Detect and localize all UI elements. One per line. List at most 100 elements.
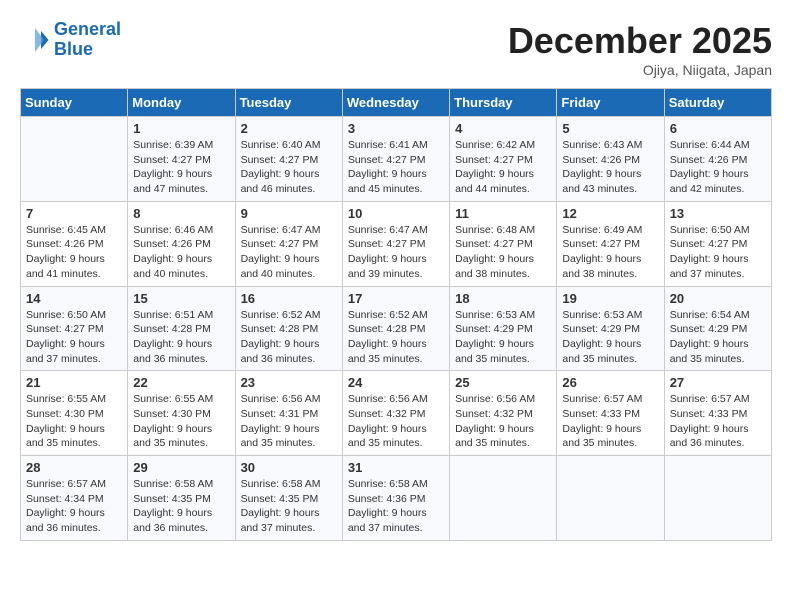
table-row: 28 Sunrise: 6:57 AMSunset: 4:34 PMDaylig…: [21, 456, 128, 541]
table-row: 15 Sunrise: 6:51 AMSunset: 4:28 PMDaylig…: [128, 286, 235, 371]
table-row: 19 Sunrise: 6:53 AMSunset: 4:29 PMDaylig…: [557, 286, 664, 371]
table-row: 20 Sunrise: 6:54 AMSunset: 4:29 PMDaylig…: [664, 286, 771, 371]
cell-info: Sunrise: 6:58 AMSunset: 4:35 PMDaylight:…: [133, 478, 213, 534]
table-row: [21, 117, 128, 202]
day-number: 19: [562, 291, 658, 306]
table-row: 4 Sunrise: 6:42 AMSunset: 4:27 PMDayligh…: [450, 117, 557, 202]
day-number: 16: [241, 291, 337, 306]
table-row: 1 Sunrise: 6:39 AMSunset: 4:27 PMDayligh…: [128, 117, 235, 202]
cell-info: Sunrise: 6:50 AMSunset: 4:27 PMDaylight:…: [26, 309, 106, 365]
cell-info: Sunrise: 6:58 AMSunset: 4:35 PMDaylight:…: [241, 478, 321, 534]
day-number: 12: [562, 206, 658, 221]
col-monday: Monday: [128, 89, 235, 117]
cell-info: Sunrise: 6:56 AMSunset: 4:31 PMDaylight:…: [241, 393, 321, 449]
cell-info: Sunrise: 6:41 AMSunset: 4:27 PMDaylight:…: [348, 139, 428, 195]
cell-info: Sunrise: 6:57 AMSunset: 4:34 PMDaylight:…: [26, 478, 106, 534]
table-row: 14 Sunrise: 6:50 AMSunset: 4:27 PMDaylig…: [21, 286, 128, 371]
table-row: 29 Sunrise: 6:58 AMSunset: 4:35 PMDaylig…: [128, 456, 235, 541]
table-row: 9 Sunrise: 6:47 AMSunset: 4:27 PMDayligh…: [235, 201, 342, 286]
table-row: 26 Sunrise: 6:57 AMSunset: 4:33 PMDaylig…: [557, 371, 664, 456]
table-row: 30 Sunrise: 6:58 AMSunset: 4:35 PMDaylig…: [235, 456, 342, 541]
table-row: 24 Sunrise: 6:56 AMSunset: 4:32 PMDaylig…: [342, 371, 449, 456]
calendar-header-row: Sunday Monday Tuesday Wednesday Thursday…: [21, 89, 772, 117]
day-number: 20: [670, 291, 766, 306]
day-number: 4: [455, 121, 551, 136]
logo: General Blue: [20, 20, 121, 60]
cell-info: Sunrise: 6:48 AMSunset: 4:27 PMDaylight:…: [455, 224, 535, 280]
logo-line2: Blue: [54, 39, 93, 59]
cell-info: Sunrise: 6:45 AMSunset: 4:26 PMDaylight:…: [26, 224, 106, 280]
col-sunday: Sunday: [21, 89, 128, 117]
table-row: 21 Sunrise: 6:55 AMSunset: 4:30 PMDaylig…: [21, 371, 128, 456]
cell-info: Sunrise: 6:57 AMSunset: 4:33 PMDaylight:…: [562, 393, 642, 449]
day-number: 30: [241, 460, 337, 475]
calendar-table: Sunday Monday Tuesday Wednesday Thursday…: [20, 88, 772, 541]
table-row: 7 Sunrise: 6:45 AMSunset: 4:26 PMDayligh…: [21, 201, 128, 286]
cell-info: Sunrise: 6:46 AMSunset: 4:26 PMDaylight:…: [133, 224, 213, 280]
cell-info: Sunrise: 6:40 AMSunset: 4:27 PMDaylight:…: [241, 139, 321, 195]
day-number: 26: [562, 375, 658, 390]
day-number: 15: [133, 291, 229, 306]
cell-info: Sunrise: 6:39 AMSunset: 4:27 PMDaylight:…: [133, 139, 213, 195]
calendar-row: 7 Sunrise: 6:45 AMSunset: 4:26 PMDayligh…: [21, 201, 772, 286]
cell-info: Sunrise: 6:57 AMSunset: 4:33 PMDaylight:…: [670, 393, 750, 449]
day-number: 21: [26, 375, 122, 390]
day-number: 1: [133, 121, 229, 136]
cell-info: Sunrise: 6:58 AMSunset: 4:36 PMDaylight:…: [348, 478, 428, 534]
col-wednesday: Wednesday: [342, 89, 449, 117]
logo-text: General Blue: [54, 20, 121, 60]
cell-info: Sunrise: 6:53 AMSunset: 4:29 PMDaylight:…: [455, 309, 535, 365]
month-title: December 2025: [508, 20, 772, 62]
table-row: 25 Sunrise: 6:56 AMSunset: 4:32 PMDaylig…: [450, 371, 557, 456]
day-number: 13: [670, 206, 766, 221]
table-row: 16 Sunrise: 6:52 AMSunset: 4:28 PMDaylig…: [235, 286, 342, 371]
day-number: 6: [670, 121, 766, 136]
col-tuesday: Tuesday: [235, 89, 342, 117]
cell-info: Sunrise: 6:44 AMSunset: 4:26 PMDaylight:…: [670, 139, 750, 195]
day-number: 28: [26, 460, 122, 475]
cell-info: Sunrise: 6:47 AMSunset: 4:27 PMDaylight:…: [348, 224, 428, 280]
table-row: 6 Sunrise: 6:44 AMSunset: 4:26 PMDayligh…: [664, 117, 771, 202]
table-row: 2 Sunrise: 6:40 AMSunset: 4:27 PMDayligh…: [235, 117, 342, 202]
table-row: 27 Sunrise: 6:57 AMSunset: 4:33 PMDaylig…: [664, 371, 771, 456]
day-number: 25: [455, 375, 551, 390]
cell-info: Sunrise: 6:55 AMSunset: 4:30 PMDaylight:…: [133, 393, 213, 449]
col-friday: Friday: [557, 89, 664, 117]
table-row: 10 Sunrise: 6:47 AMSunset: 4:27 PMDaylig…: [342, 201, 449, 286]
table-row: 11 Sunrise: 6:48 AMSunset: 4:27 PMDaylig…: [450, 201, 557, 286]
table-row: 23 Sunrise: 6:56 AMSunset: 4:31 PMDaylig…: [235, 371, 342, 456]
table-row: [557, 456, 664, 541]
cell-info: Sunrise: 6:50 AMSunset: 4:27 PMDaylight:…: [670, 224, 750, 280]
day-number: 10: [348, 206, 444, 221]
day-number: 7: [26, 206, 122, 221]
table-row: 13 Sunrise: 6:50 AMSunset: 4:27 PMDaylig…: [664, 201, 771, 286]
table-row: 18 Sunrise: 6:53 AMSunset: 4:29 PMDaylig…: [450, 286, 557, 371]
day-number: 8: [133, 206, 229, 221]
day-number: 27: [670, 375, 766, 390]
cell-info: Sunrise: 6:51 AMSunset: 4:28 PMDaylight:…: [133, 309, 213, 365]
calendar-row: 28 Sunrise: 6:57 AMSunset: 4:34 PMDaylig…: [21, 456, 772, 541]
day-number: 9: [241, 206, 337, 221]
table-row: 8 Sunrise: 6:46 AMSunset: 4:26 PMDayligh…: [128, 201, 235, 286]
cell-info: Sunrise: 6:43 AMSunset: 4:26 PMDaylight:…: [562, 139, 642, 195]
cell-info: Sunrise: 6:49 AMSunset: 4:27 PMDaylight:…: [562, 224, 642, 280]
col-saturday: Saturday: [664, 89, 771, 117]
cell-info: Sunrise: 6:52 AMSunset: 4:28 PMDaylight:…: [241, 309, 321, 365]
calendar-row: 1 Sunrise: 6:39 AMSunset: 4:27 PMDayligh…: [21, 117, 772, 202]
day-number: 5: [562, 121, 658, 136]
day-number: 3: [348, 121, 444, 136]
table-row: 22 Sunrise: 6:55 AMSunset: 4:30 PMDaylig…: [128, 371, 235, 456]
logo-line1: General: [54, 19, 121, 39]
location: Ojiya, Niigata, Japan: [508, 62, 772, 78]
cell-info: Sunrise: 6:42 AMSunset: 4:27 PMDaylight:…: [455, 139, 535, 195]
col-thursday: Thursday: [450, 89, 557, 117]
cell-info: Sunrise: 6:53 AMSunset: 4:29 PMDaylight:…: [562, 309, 642, 365]
calendar-row: 21 Sunrise: 6:55 AMSunset: 4:30 PMDaylig…: [21, 371, 772, 456]
cell-info: Sunrise: 6:52 AMSunset: 4:28 PMDaylight:…: [348, 309, 428, 365]
day-number: 2: [241, 121, 337, 136]
table-row: 5 Sunrise: 6:43 AMSunset: 4:26 PMDayligh…: [557, 117, 664, 202]
cell-info: Sunrise: 6:56 AMSunset: 4:32 PMDaylight:…: [455, 393, 535, 449]
table-row: [664, 456, 771, 541]
cell-info: Sunrise: 6:55 AMSunset: 4:30 PMDaylight:…: [26, 393, 106, 449]
cell-info: Sunrise: 6:56 AMSunset: 4:32 PMDaylight:…: [348, 393, 428, 449]
